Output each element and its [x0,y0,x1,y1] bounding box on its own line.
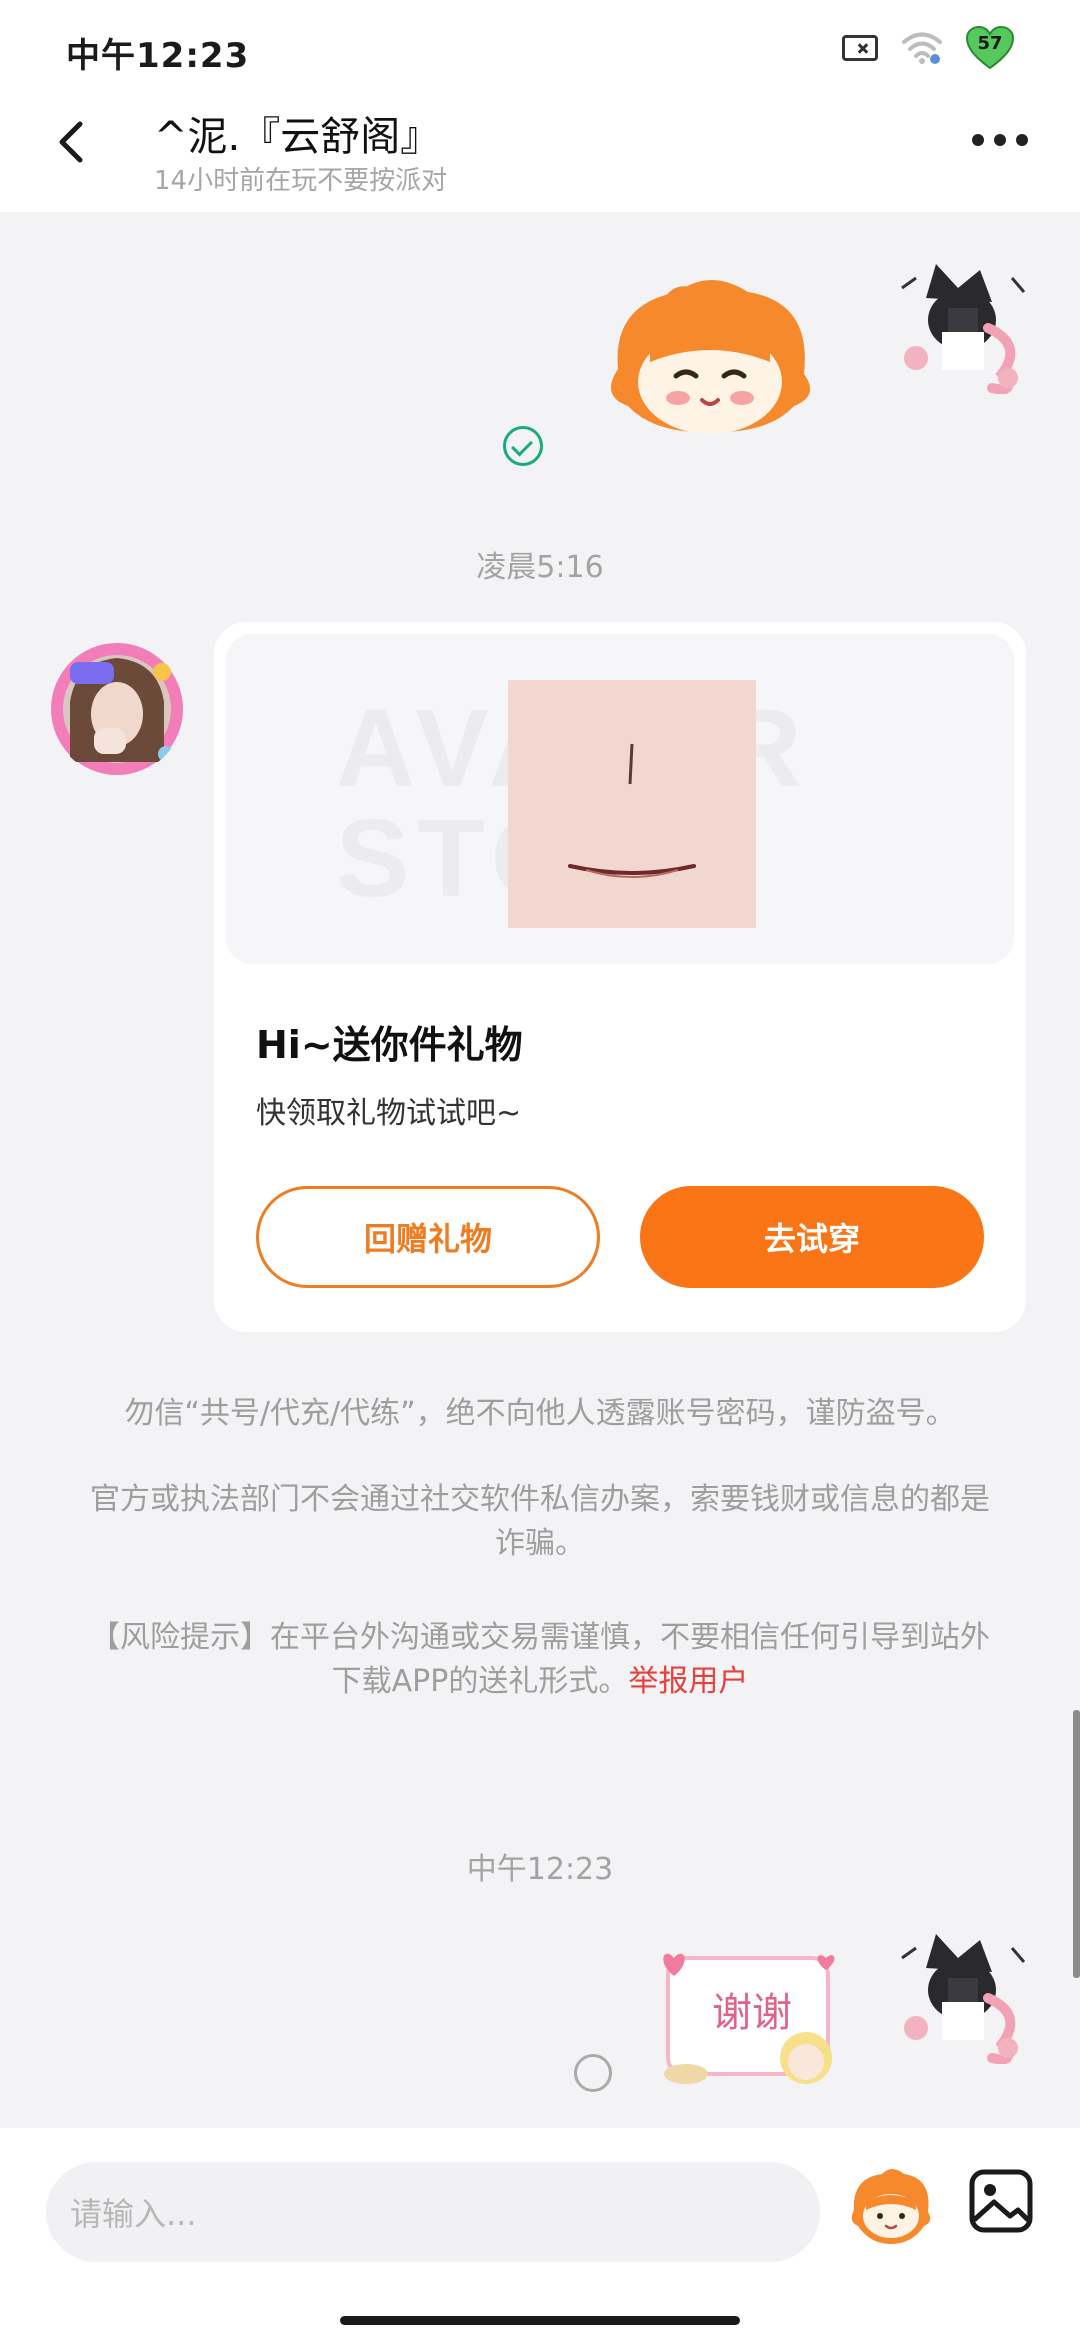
report-user-link[interactable]: 举报用户 [628,1664,748,1699]
status-bar: 中午12:23 57 [0,0,1080,98]
more-dots-icon[interactable] [972,130,1028,150]
message-input[interactable]: 请输入... [46,2162,820,2262]
battery-level: 57 [977,33,1003,54]
status-time: 中午12:23 [66,36,250,76]
battery-heart-icon: 57 [965,25,1015,70]
gift-item-image [508,680,756,928]
back-arrow-icon[interactable] [50,118,98,166]
sticker-thanks-text: 谢谢 [712,1990,792,2036]
my-avatar[interactable] [896,258,1032,395]
gift-title: Hi~送你件礼物 [256,1023,523,1067]
scrollbar-thumb[interactable] [1073,1710,1080,1978]
chat-header: ^泥.『云舒阁』 14小时前在玩不要按派对 [0,98,1080,212]
sending-status-icon [574,2054,612,2092]
my-avatar-2[interactable] [896,1928,1032,2065]
gift-preview[interactable]: AVATAR STORE [226,634,1014,964]
friend-avatar[interactable] [50,642,184,776]
try-on-button[interactable]: 去试穿 [640,1186,984,1288]
message-timestamp-2: 中午12:23 [466,1852,614,1887]
sent-sticker-thanks[interactable]: 谢谢 [656,1944,840,2094]
input-bar: 请输入... [0,2128,1080,2340]
security-notice: 勿信“共号/代充/代练”，绝不向他人透露账号密码，谨防盗号。 [124,1396,956,1431]
risk-notice: 【风险提示】在平台外沟通或交易需谨慎，不要相信任何引导到站外下载APP的送礼形式… [80,1616,1000,1704]
gift-card[interactable]: AVATAR STORE Hi~送你件礼物 快领取礼物试试吧~ 回赠礼物 去试穿 [214,622,1026,1332]
image-icon[interactable] [966,2166,1036,2236]
return-gift-button[interactable]: 回赠礼物 [256,1186,600,1288]
read-check-icon [503,426,543,466]
status-icons: 57 [842,25,1015,70]
gift-description: 快领取礼物试试吧~ [256,1096,522,1131]
mascot-emoji-icon[interactable] [846,2166,936,2252]
sent-sticker-mascot[interactable] [598,274,822,464]
wifi-icon [902,32,942,64]
chat-title: ^泥.『云舒阁』 [154,114,441,160]
chat-subtitle: 14小时前在玩不要按派对 [154,166,448,196]
risk-notice-text: 【风险提示】在平台外沟通或交易需谨慎，不要相信任何引导到站外下载APP的送礼形式… [90,1620,990,1699]
fraud-notice: 官方或执法部门不会通过社交软件私信办案，索要钱财或信息的都是诈骗。 [90,1482,990,1561]
home-indicator[interactable] [340,2316,740,2325]
message-timestamp: 凌晨5:16 [476,550,604,585]
sim-off-icon [842,35,878,61]
chat-messages[interactable]: 凌晨5:16 AVATAR STORE H [0,212,1080,2128]
